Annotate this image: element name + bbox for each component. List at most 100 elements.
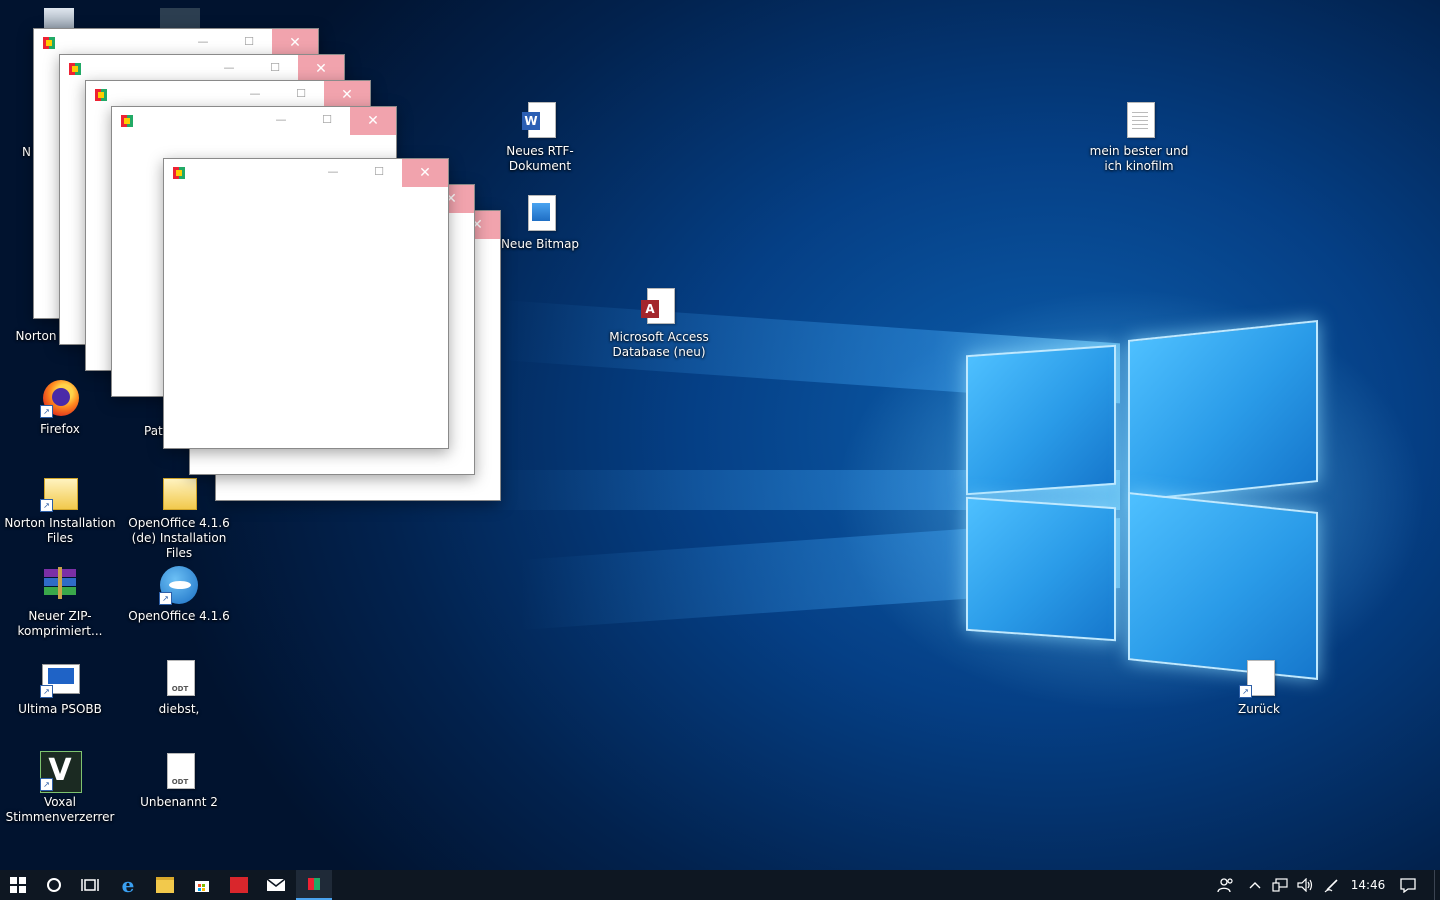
store-bag-icon — [195, 881, 209, 892]
firefox-label: Firefox — [40, 422, 80, 436]
notification-icon — [1400, 877, 1416, 893]
wallpaper-pane — [1128, 492, 1318, 680]
desktop-icon-firefox[interactable]: ↗ Firefox — [0, 378, 120, 437]
task-view-icon — [81, 879, 99, 891]
access-database-icon: A — [639, 286, 679, 326]
desktop-icon-unbenannt[interactable]: ODT Unbenannt 2 — [119, 751, 239, 810]
show-desktop-button[interactable] — [1434, 870, 1440, 900]
window-titlebar[interactable]: — ☐ ✕ — [34, 29, 318, 57]
maximize-button[interactable]: ☐ — [278, 81, 324, 109]
maximize-button[interactable]: ☐ — [226, 29, 272, 57]
volume-button[interactable] — [1294, 870, 1318, 900]
app-icon — [308, 878, 320, 890]
shortcut-arrow-icon: ↗ — [1239, 685, 1252, 698]
cortana-button[interactable] — [36, 870, 72, 900]
close-button[interactable]: ✕ — [272, 29, 318, 57]
window-titlebar[interactable]: — ☐ ✕ — [164, 159, 448, 187]
shortcut-arrow-icon: ↗ — [159, 592, 172, 605]
mail-button[interactable] — [258, 870, 294, 900]
text-document-icon — [1119, 100, 1159, 140]
ultima-psobb-icon: ↗ — [40, 658, 80, 698]
store-button[interactable] — [184, 870, 220, 900]
maximize-button[interactable]: ☐ — [252, 55, 298, 83]
maximize-button[interactable]: ☐ — [304, 107, 350, 135]
openoffice-installation-files-label: OpenOffice 4.1.6 (de) Installation Files — [128, 516, 230, 560]
voxal-icon: V ↗ — [40, 751, 82, 793]
desktop-icon-kinofilm[interactable]: mein bester und ich kinofilm — [1079, 100, 1199, 174]
clock[interactable]: 14:46 — [1348, 870, 1388, 900]
chevron-up-icon — [1249, 882, 1261, 889]
maximize-button[interactable]: ☐ — [356, 159, 402, 187]
app-icon — [173, 167, 185, 179]
app-shortcut-icon[interactable] — [160, 8, 200, 28]
app-button[interactable] — [221, 870, 257, 900]
minimize-button[interactable]: — — [310, 159, 356, 187]
speaker-icon — [1297, 878, 1313, 892]
firefox-icon: ↗ — [40, 378, 80, 418]
desktop-icon-openoffice[interactable]: ↗ OpenOffice 4.1.6 — [119, 565, 239, 624]
winrar-archive-icon — [40, 565, 80, 605]
shortcut-arrow-icon: ↗ — [40, 405, 53, 418]
unbenannt-label: Unbenannt 2 — [140, 795, 218, 809]
desktop-icon-diebst[interactable]: ODT diebst, — [119, 658, 239, 717]
wallpaper-pane — [966, 344, 1116, 496]
desktop: Norton N ↗ Firefox Pati ↗ Norton Install… — [0, 0, 1440, 870]
close-button[interactable]: ✕ — [324, 81, 370, 109]
show-hidden-icons-button[interactable] — [1244, 870, 1266, 900]
taskbar: e 14:46 — [0, 870, 1440, 900]
window-titlebar[interactable]: — ☐ ✕ — [112, 107, 396, 135]
close-button[interactable]: ✕ — [402, 159, 448, 187]
close-button[interactable]: ✕ — [350, 107, 396, 135]
mail-icon — [267, 878, 285, 891]
edge-button[interactable]: e — [110, 870, 146, 900]
edge-icon: e — [121, 873, 135, 897]
window-titlebar[interactable]: — ☐ ✕ — [86, 81, 370, 109]
access-label: Microsoft Access Database (neu) — [609, 330, 709, 359]
openoffice-icon: ↗ — [159, 565, 199, 605]
zip-label: Neuer ZIP-komprimiert... — [17, 609, 103, 638]
people-button[interactable] — [1212, 870, 1240, 900]
people-icon — [1217, 878, 1233, 893]
shortcut-arrow-icon: ↗ — [40, 778, 53, 791]
folder-icon — [156, 877, 174, 893]
app-icon — [121, 115, 133, 127]
desktop-icon-ultima-psobb[interactable]: ↗ Ultima PSOBB — [0, 658, 120, 717]
close-button[interactable]: ✕ — [298, 55, 344, 83]
desktop-icon-rtf[interactable]: W Neues RTF-Dokument — [480, 100, 600, 174]
bitmap-image-icon — [520, 193, 560, 233]
word-document-icon: W — [520, 100, 560, 140]
odt-badge: ODT — [171, 685, 189, 693]
recycle-bin-icon[interactable] — [44, 8, 74, 28]
minimize-button[interactable]: — — [180, 29, 226, 57]
desktop-icon-access[interactable]: A Microsoft Access Database (neu) — [599, 286, 719, 360]
window-titlebar[interactable]: — ☐ ✕ — [60, 55, 344, 83]
cortana-circle-icon — [47, 878, 61, 892]
minimize-button[interactable]: — — [258, 107, 304, 135]
blank-document-icon: ↗ — [1239, 658, 1279, 698]
zurueck-label: Zurück — [1238, 702, 1280, 716]
shortcut-arrow-icon: ↗ — [40, 685, 53, 698]
desktop-icon-voxal[interactable]: V ↗ Voxal Stimmenverzerrer — [0, 751, 120, 825]
network-icon — [1272, 878, 1288, 892]
pen-workspace-button[interactable] — [1320, 870, 1344, 900]
file-explorer-button[interactable] — [147, 870, 183, 900]
desktop-icon-zurueck[interactable]: ↗ Zurück — [1199, 658, 1319, 717]
task-view-button[interactable] — [72, 870, 108, 900]
rtf-label: Neues RTF-Dokument — [506, 144, 574, 173]
openoffice-label: OpenOffice 4.1.6 — [128, 609, 230, 623]
desktop-icon-norton-installation-files[interactable]: ↗ Norton Installation Files — [0, 472, 120, 546]
ultima-psobb-label: Ultima PSOBB — [18, 702, 102, 716]
action-center-button[interactable] — [1394, 870, 1422, 900]
start-button[interactable] — [0, 870, 36, 900]
red-app-icon — [230, 877, 248, 893]
wallpaper-pane — [966, 496, 1116, 642]
odt-document-icon: ODT — [159, 751, 199, 791]
minimize-button[interactable]: — — [206, 55, 252, 83]
app-icon — [43, 37, 55, 49]
running-app-button[interactable] — [296, 870, 332, 900]
desktop-icon-zip[interactable]: Neuer ZIP-komprimiert... — [0, 565, 120, 639]
network-button[interactable] — [1268, 870, 1292, 900]
partial-icon-label: N — [22, 145, 31, 159]
minimize-button[interactable]: — — [232, 81, 278, 109]
app-window-5[interactable]: — ☐ ✕ — [163, 158, 449, 449]
